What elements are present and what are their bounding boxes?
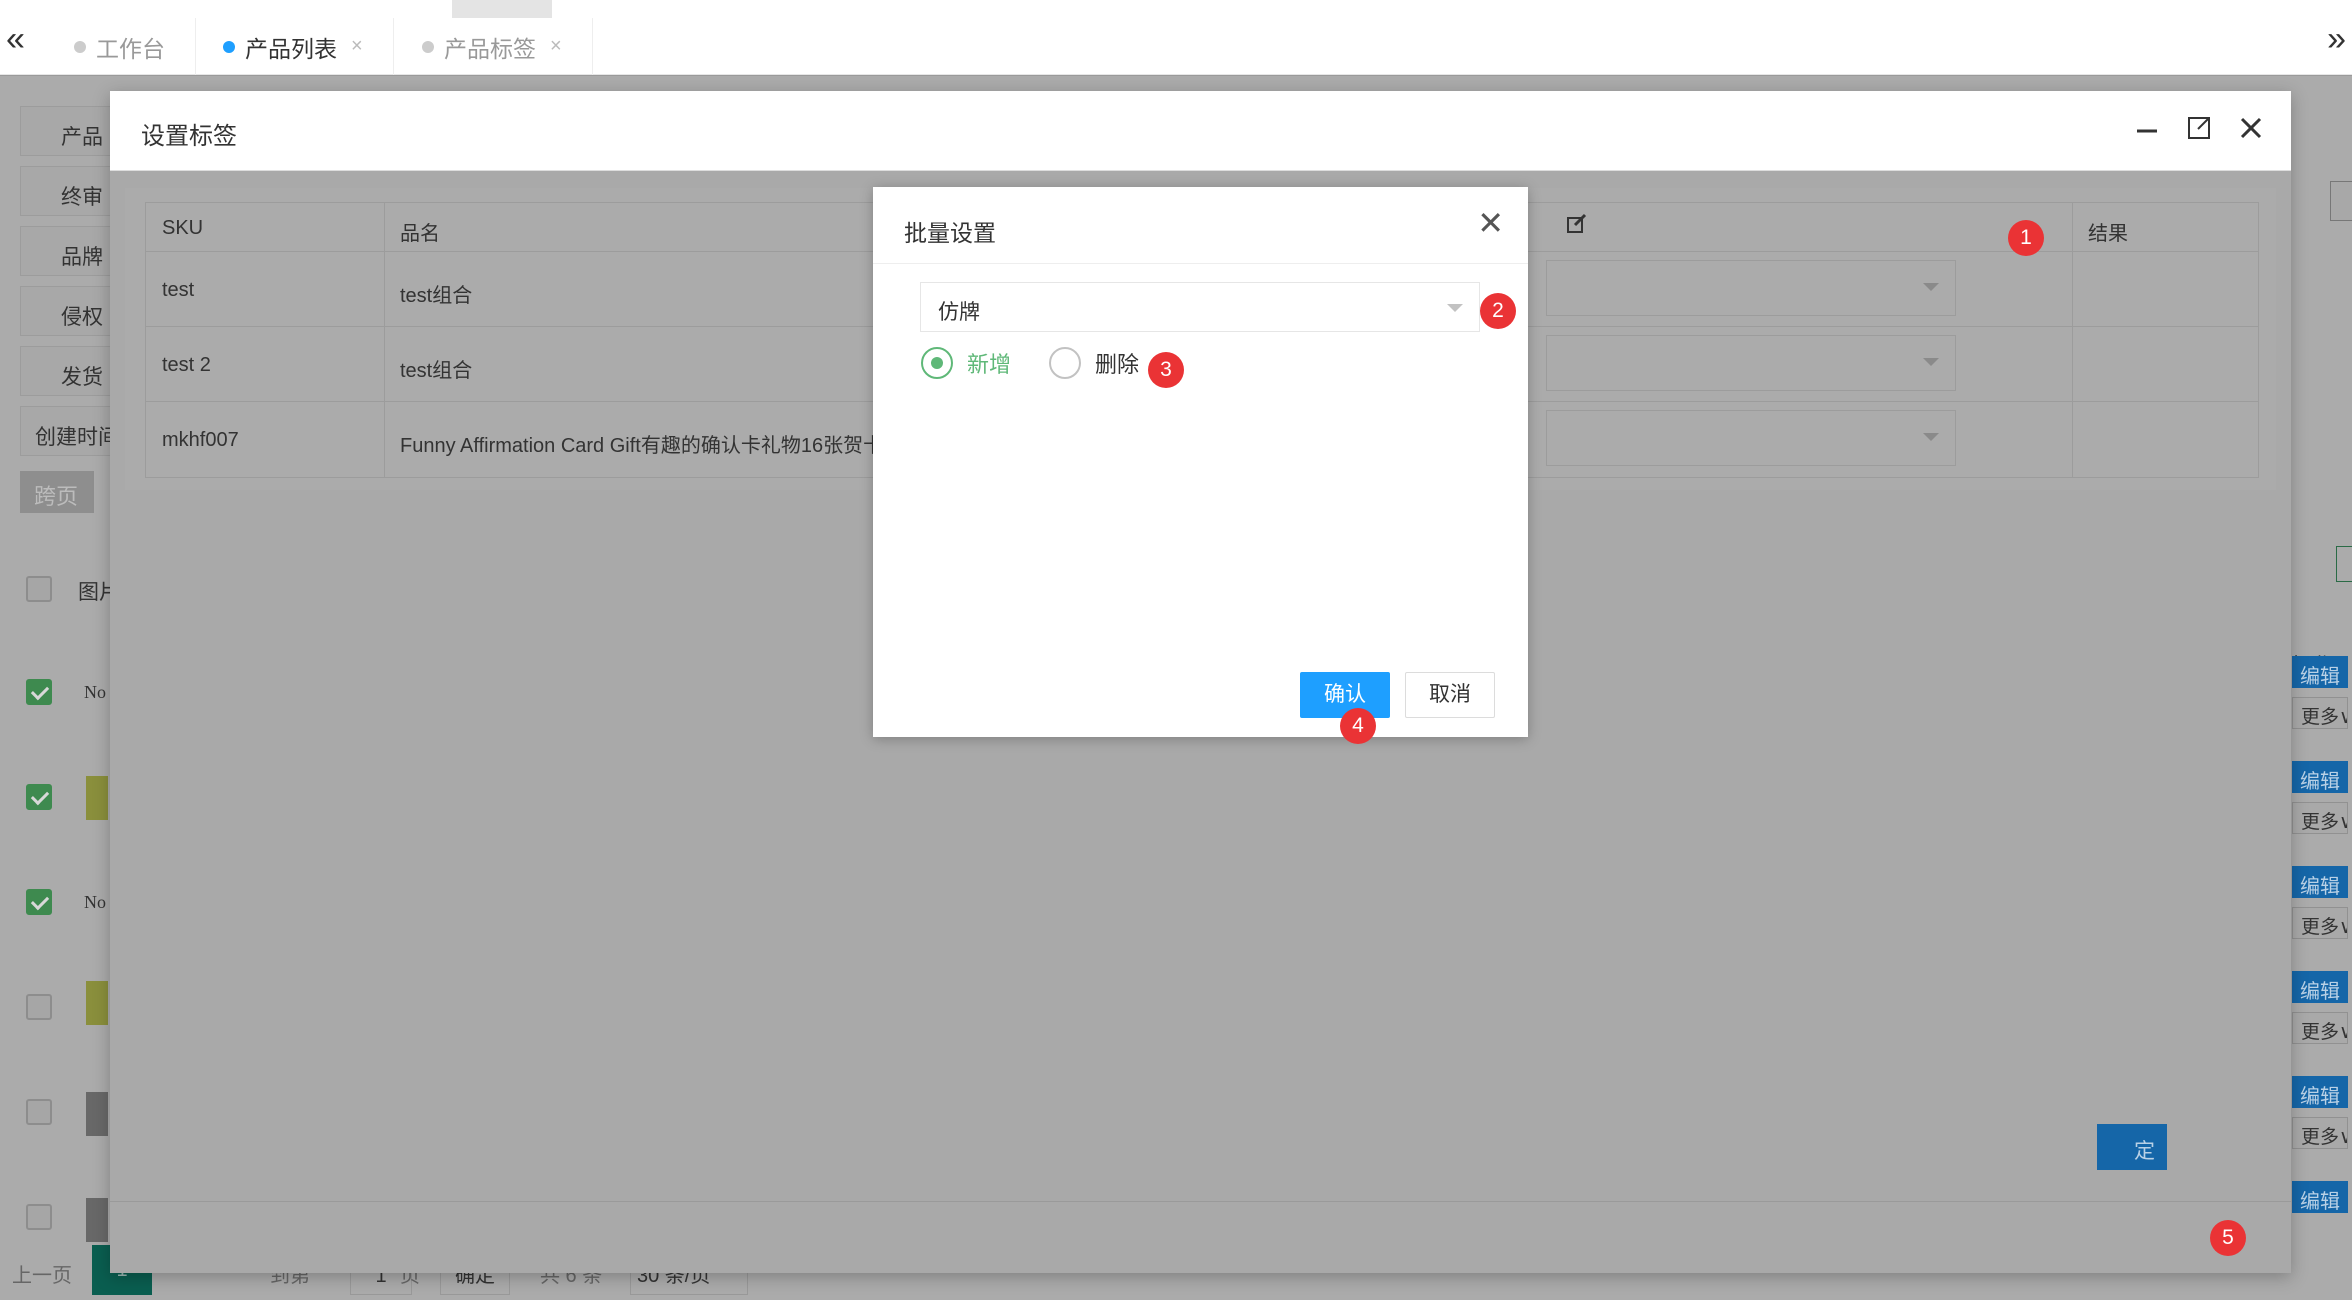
more-button[interactable]: 更多∨ xyxy=(2292,802,2348,834)
product-thumbnail xyxy=(86,1198,108,1242)
batch-edit-icon[interactable] xyxy=(1566,213,1588,241)
select-all-checkbox[interactable] xyxy=(26,576,52,602)
row-name: Funny Affirmation Card Gift有趣的确认卡礼物16张贺卡 xyxy=(400,435,884,457)
modal-controls xyxy=(2131,115,2267,147)
row-name: test组合 xyxy=(400,360,473,382)
radio-delete[interactable]: 删除 xyxy=(1049,347,1139,379)
modal-confirm-button[interactable]: 定 xyxy=(2097,1124,2167,1170)
row-sku: mkhf007 xyxy=(162,429,239,451)
more-button[interactable]: 更多∨ xyxy=(2292,907,2348,939)
tag-select[interactable] xyxy=(1546,335,1956,391)
tab-indicator xyxy=(452,0,552,18)
cross-page-button[interactable]: 跨页 xyxy=(20,471,94,513)
header-sku: SKU xyxy=(162,217,204,239)
edit-button[interactable]: 编辑 xyxy=(2292,1181,2348,1213)
row-checkbox[interactable] xyxy=(26,994,52,1020)
close-icon[interactable]: ✕ xyxy=(1477,207,1504,239)
tab-label: 产品列表 xyxy=(245,35,337,62)
tab-label: 工作台 xyxy=(96,35,165,62)
product-thumbnail xyxy=(86,776,108,820)
double-chevron-right-icon[interactable]: » xyxy=(2327,22,2346,56)
row-checkbox[interactable] xyxy=(26,1099,52,1125)
prev-page-button[interactable]: 上一页 xyxy=(12,1259,72,1288)
tab-dot xyxy=(223,40,235,53)
row-name: test组合 xyxy=(400,285,473,307)
tab-dot xyxy=(74,40,86,53)
row-checkbox[interactable] xyxy=(26,784,52,810)
row-checkbox[interactable] xyxy=(26,889,52,915)
filter-product[interactable]: 产品 xyxy=(20,106,116,156)
row-checkbox[interactable] xyxy=(26,679,52,705)
step-marker-2: 2 xyxy=(1480,293,1516,329)
radio-circle xyxy=(1049,347,1081,379)
modal-footer xyxy=(110,1201,2291,1273)
step-marker-5: 5 xyxy=(2210,1220,2246,1256)
tag-select[interactable] xyxy=(1546,260,1956,316)
step-marker-1: 1 xyxy=(2008,220,2044,256)
export-icon[interactable] xyxy=(2336,546,2352,582)
maximize-icon[interactable] xyxy=(2183,115,2215,147)
product-thumbnail xyxy=(86,981,108,1025)
edit-button[interactable]: 编辑 xyxy=(2292,761,2348,793)
filter-shipping[interactable]: 发货 xyxy=(20,346,116,396)
tab-workbench[interactable]: 工作台 xyxy=(44,18,196,75)
close-icon[interactable]: × xyxy=(550,35,562,58)
edit-button[interactable]: 编辑 xyxy=(2292,971,2348,1003)
no-image-text: No xyxy=(84,892,106,912)
edit-button[interactable]: 编辑 xyxy=(2292,1076,2348,1108)
step-marker-3: 3 xyxy=(1148,352,1184,388)
edit-button[interactable]: 编辑 xyxy=(2292,866,2348,898)
tag-type-select[interactable]: 仿牌 xyxy=(920,282,1480,332)
tab-product-list[interactable]: 产品列表 × xyxy=(193,18,394,75)
select-value: 仿牌 xyxy=(938,301,980,324)
tag-select[interactable] xyxy=(1546,410,1956,466)
header-result: 结果 xyxy=(2088,223,2128,245)
radio-circle xyxy=(921,347,953,379)
cancel-button[interactable]: 取消 xyxy=(1405,672,1495,718)
tab-label: 产品标签 xyxy=(444,35,536,62)
more-button[interactable]: 更多∨ xyxy=(2292,1117,2348,1149)
no-image-text: No xyxy=(84,682,106,702)
modal-header: 设置标签 xyxy=(110,91,2291,171)
close-icon[interactable] xyxy=(2235,115,2267,147)
batch-settings-dialog: 批量设置 ✕ 仿牌 新增 删除 确认 取消 xyxy=(873,187,1528,737)
dialog-title: 批量设置 xyxy=(904,220,996,246)
product-thumbnail xyxy=(86,1092,108,1136)
more-button[interactable]: 更多∨ xyxy=(2292,1012,2348,1044)
double-chevron-left-icon[interactable]: « xyxy=(6,22,25,56)
confirm-button[interactable]: 确认 xyxy=(1300,672,1390,718)
radio-add[interactable]: 新增 xyxy=(921,347,1011,379)
modal-title: 设置标签 xyxy=(141,123,237,150)
filter-final-review[interactable]: 终审 xyxy=(20,166,116,216)
filter-infringement[interactable]: 侵权 xyxy=(20,286,116,336)
tab-product-tags[interactable]: 产品标签 × xyxy=(392,18,593,75)
step-marker-4: 4 xyxy=(1340,708,1376,744)
dialog-divider xyxy=(873,263,1528,264)
chevron-down-icon xyxy=(1447,304,1463,312)
filter-brand[interactable]: 品牌 xyxy=(20,226,116,276)
minimize-icon[interactable] xyxy=(2131,115,2163,147)
more-button[interactable]: 更多∨ xyxy=(2292,697,2348,729)
row-checkbox[interactable] xyxy=(26,1204,52,1230)
row-sku: test xyxy=(162,279,195,301)
close-icon[interactable]: × xyxy=(351,35,363,58)
tab-dot xyxy=(422,40,434,53)
row-sku: test 2 xyxy=(162,354,211,376)
radio-label: 删除 xyxy=(1095,352,1140,377)
edit-button[interactable]: 编辑 xyxy=(2292,656,2348,688)
header-name: 品名 xyxy=(400,223,440,245)
column-toggle-icon[interactable] xyxy=(2330,181,2352,221)
radio-label: 新增 xyxy=(967,352,1012,377)
tab-bar: « 工作台 产品列表 × 产品标签 × » xyxy=(0,0,2352,75)
